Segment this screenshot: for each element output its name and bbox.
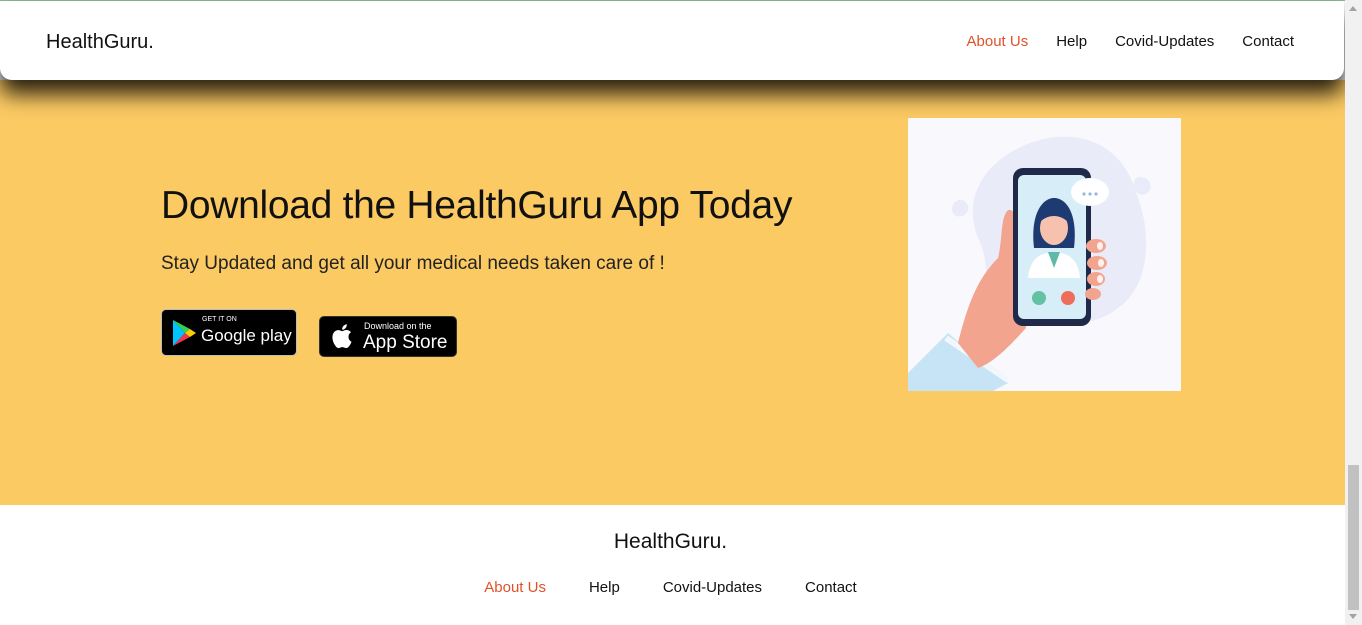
hero-subtitle: Stay Updated and get all your medical ne… [161,253,665,274]
site-footer: HealthGuru. About Us Help Covid-Updates … [0,505,1345,625]
site-header: HealthGuru. About Us Help Covid-Updates … [0,1,1344,80]
scroll-down-arrow-icon[interactable] [1349,614,1357,619]
nav-covid-updates[interactable]: Covid-Updates [1115,33,1214,50]
google-badge-big-text: Google play [201,326,292,345]
apple-badge-big-text: App Store [363,332,448,353]
app-store-badge[interactable]: Download on the App Store [319,316,457,357]
scroll-up-arrow-icon[interactable] [1349,6,1357,11]
footer-nav: About Us Help Covid-Updates Contact [0,579,1341,596]
nav-help[interactable]: Help [1056,33,1087,50]
header-nav: About Us Help Covid-Updates Contact [967,33,1294,50]
scrollbar-thumb[interactable] [1348,465,1359,610]
download-app-section: Download the HealthGuru App Today Stay U… [0,80,1345,505]
nav-about-us[interactable]: About Us [967,33,1029,50]
footer-nav-about-us[interactable]: About Us [484,579,546,596]
google-badge-small-text: GET IT ON [202,316,237,323]
footer-nav-covid-updates[interactable]: Covid-Updates [663,579,762,596]
google-play-badge[interactable]: GET IT ON Google play [161,309,297,356]
nav-contact[interactable]: Contact [1242,33,1294,50]
footer-nav-contact[interactable]: Contact [805,579,857,596]
hero-title: Download the HealthGuru App Today [161,184,793,227]
doctor-video-call-illustration [908,118,1181,391]
header-logo[interactable]: HealthGuru. [46,31,154,54]
vertical-scrollbar[interactable] [1345,0,1362,625]
footer-nav-help[interactable]: Help [589,579,620,596]
google-play-icon [173,320,196,346]
apple-badge-small-text: Download on the [364,321,432,331]
apple-icon [332,324,352,349]
footer-logo[interactable]: HealthGuru. [0,530,1341,554]
